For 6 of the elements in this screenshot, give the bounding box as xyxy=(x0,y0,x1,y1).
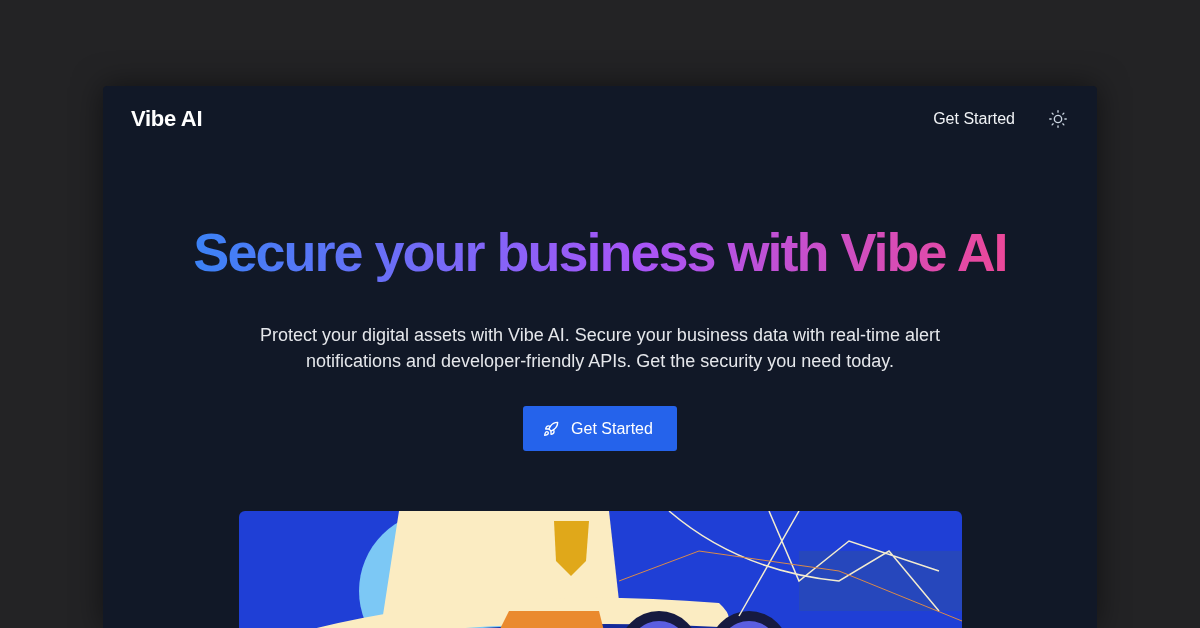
get-started-button[interactable]: Get Started xyxy=(523,406,677,451)
rocket-icon xyxy=(543,420,560,437)
hero-description: Protect your digital assets with Vibe AI. Secure your business data with real-time alert notifications and developer-friendly APIs. Get the security you need today. xyxy=(259,324,941,373)
get-started-link[interactable]: Get Started xyxy=(933,110,1015,128)
sun-icon[interactable] xyxy=(1047,108,1069,130)
brand-logo[interactable]: Vibe AI xyxy=(131,106,203,132)
